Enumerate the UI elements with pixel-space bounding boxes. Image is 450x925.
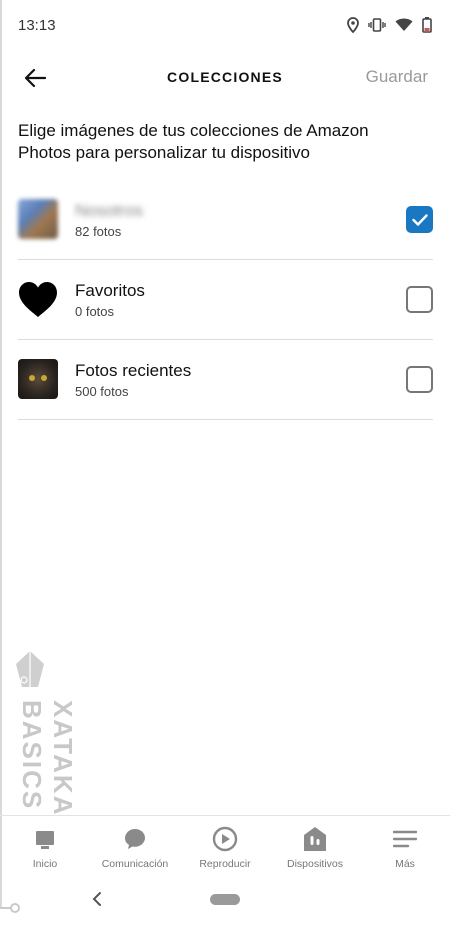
status-icons [347,17,432,33]
nav-label: Inicio [32,858,58,870]
check-icon [411,213,428,226]
collection-item-nosotros[interactable]: Nosotros 82 fotos [18,180,433,260]
cat-eye [29,375,35,381]
status-time: 13:13 [18,17,56,34]
collection-count: 500 fotos [75,384,129,399]
collection-item-fotos-recientes[interactable]: Fotos recientes 500 fotos [18,340,433,420]
collection-name: Fotos recientes [75,361,192,380]
collection-checkbox[interactable] [406,286,433,313]
app-bar: COLECCIONES Guardar [0,52,450,104]
status-bar: 13:13 [0,0,450,52]
collection-list: Nosotros 82 fotos Favoritos 0 fotos Foto… [18,180,433,420]
nav-label: Dispositivos [286,858,344,870]
play-icon [212,826,238,852]
system-home-pill[interactable] [210,894,240,905]
watermark-text: XATAKA BASICS [17,700,78,816]
devices-icon [304,827,326,851]
system-back-icon[interactable] [90,890,104,908]
nav-label: Comunicación [101,858,169,870]
home-icon [36,831,54,849]
collection-count: 82 fotos [75,224,122,239]
collection-checkbox[interactable] [406,206,433,233]
collection-name: Favoritos [75,281,145,300]
nav-label: Reproducir [199,858,251,870]
nav-item-reproducir[interactable]: Reproducir [180,816,270,875]
wifi-icon [395,18,413,32]
cat-eye [41,375,47,381]
watermark: XATAKA BASICS [14,650,78,816]
nav-item-comunicacion[interactable]: Comunicación [90,816,180,875]
bottom-nav: Inicio Comunicación Reproducir Dispositi… [0,815,450,875]
system-nav-bar [0,880,450,925]
collection-item-favoritos[interactable]: Favoritos 0 fotos [18,260,433,340]
save-button[interactable]: Guardar [366,67,428,87]
collection-name: Nosotros [75,201,144,220]
collection-checkbox[interactable] [406,366,433,393]
nav-item-inicio[interactable]: Inicio [0,816,90,875]
intro-text: Elige imágenes de tus colecciones de Ama… [18,121,369,162]
heart-icon [19,282,57,317]
watermark-line [0,0,2,908]
collection-count: 0 fotos [75,304,115,319]
nav-item-mas[interactable]: Más [360,816,450,875]
nav-label: Más [395,858,415,870]
watermark-logo-icon [16,651,44,687]
collection-thumbnail [18,359,58,399]
collection-thumbnail [18,199,58,239]
vibrate-icon [368,18,386,32]
location-icon [347,17,359,33]
nav-item-dispositivos[interactable]: Dispositivos [270,816,360,875]
chat-bubble-icon [125,829,145,849]
battery-icon [422,17,432,33]
menu-icon [393,830,417,848]
